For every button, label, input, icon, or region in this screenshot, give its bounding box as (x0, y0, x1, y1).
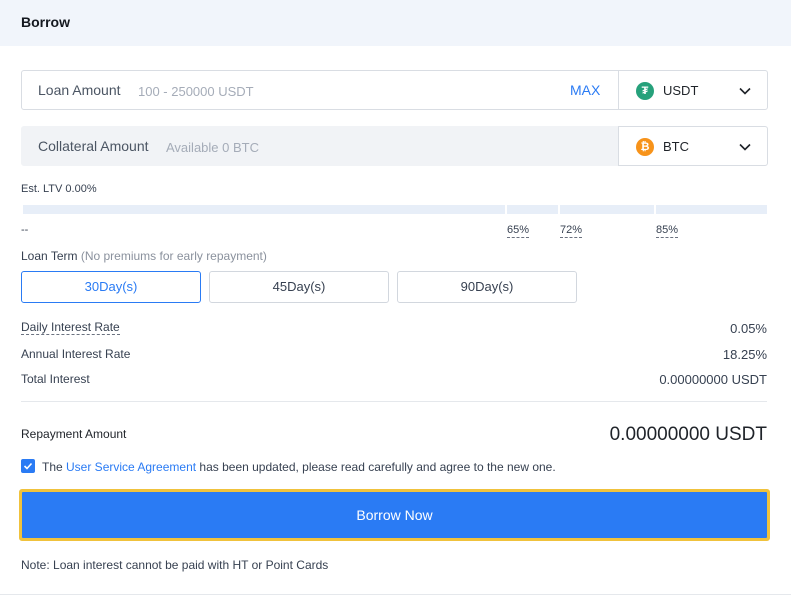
chevron-down-icon (739, 87, 751, 95)
loan-amount-input[interactable]: 100 - 250000 USDT (138, 84, 254, 99)
footnote: Note: Loan interest cannot be paid with … (21, 558, 329, 572)
ltv-current-value: -- (21, 224, 29, 236)
collateral-amount-field[interactable]: Collateral Amount Available 0 BTC ₿ BTC (21, 126, 768, 166)
borrow-button-focus-ring: Borrow Now (19, 489, 770, 541)
borrow-now-button[interactable]: Borrow Now (22, 492, 767, 538)
agreement-text: The User Service Agreement has been upda… (42, 460, 556, 474)
ltv-threshold-85: 85% (656, 224, 679, 238)
loan-currency-label: USDT (663, 83, 699, 98)
bitcoin-icon: ₿ (636, 138, 654, 156)
annual-interest-rate-value: 18.25% (722, 347, 767, 362)
page-title: Borrow (21, 14, 70, 30)
repayment-amount-label: Repayment Amount (21, 427, 127, 441)
tether-icon: ₮ (636, 82, 654, 100)
bottom-divider (0, 594, 791, 595)
checkmark-icon (23, 462, 33, 470)
daily-interest-rate-label[interactable]: Daily Interest Rate (21, 321, 120, 335)
loan-term-note: (No premiums for early repayment) (80, 249, 267, 263)
ltv-estimate: Est. LTV 0.00% (21, 183, 97, 195)
collateral-amount-label: Collateral Amount (38, 138, 149, 154)
total-interest-label: Total Interest (21, 372, 90, 386)
collateral-currency-label: BTC (663, 139, 689, 154)
ltv-bar-segment-margin-call (560, 205, 654, 214)
divider (21, 401, 767, 402)
agreement-checkbox[interactable] (21, 459, 35, 473)
annual-interest-rate-label: Annual Interest Rate (21, 347, 131, 361)
user-service-agreement-link[interactable]: User Service Agreement (66, 460, 196, 474)
ltv-bar-segment-liquidation (656, 205, 767, 214)
term-option-45[interactable]: 45Day(s) (209, 271, 389, 303)
collateral-amount-input[interactable]: Available 0 BTC (166, 140, 259, 155)
ltv-bar-segment-warning (507, 205, 558, 214)
page-header: Borrow (0, 0, 791, 46)
agreement-suffix: has been updated, please read carefully … (196, 460, 556, 474)
loan-amount-label: Loan Amount (38, 82, 121, 98)
ltv-bar-segment-safe (23, 205, 505, 214)
collateral-currency-select[interactable]: ₿ BTC (618, 126, 768, 166)
chevron-down-icon (739, 143, 751, 151)
loan-amount-field[interactable]: Loan Amount 100 - 250000 USDT MAX ₮ USDT (21, 70, 768, 110)
agreement-prefix: The (42, 460, 67, 474)
max-button[interactable]: MAX (570, 82, 600, 98)
daily-interest-rate-value: 0.05% (730, 321, 767, 336)
repayment-amount-value: 0.00000000 USDT (609, 424, 767, 445)
loan-currency-select[interactable]: ₮ USDT (618, 70, 768, 110)
loan-term-label: Loan Term (No premiums for early repayme… (21, 249, 267, 263)
ltv-threshold-72: 72% (560, 224, 583, 238)
ltv-threshold-65: 65% (507, 224, 530, 238)
loan-term-title: Loan Term (21, 249, 78, 263)
total-interest-value: 0.00000000 USDT (659, 372, 767, 387)
term-option-30[interactable]: 30Day(s) (21, 271, 201, 303)
term-option-90[interactable]: 90Day(s) (397, 271, 577, 303)
